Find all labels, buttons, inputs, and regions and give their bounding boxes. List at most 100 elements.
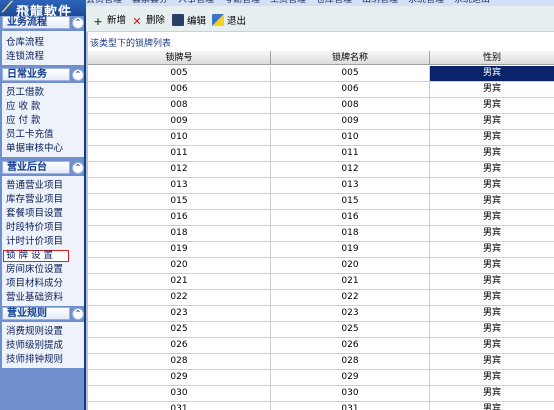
collapse-chevron-icon[interactable]: ⌃ — [72, 162, 84, 174]
table-cell-gender[interactable]: 男宾 — [430, 354, 554, 369]
table-cell-locker-name[interactable]: 005 — [271, 66, 430, 81]
sidebar-item[interactable]: 应 付 款 — [6, 115, 41, 127]
sidebar-item[interactable]: 项目材料成分 — [6, 278, 63, 290]
table-cell-locker-name[interactable]: 023 — [271, 306, 430, 321]
collapse-chevron-icon[interactable]: ⌃ — [72, 17, 84, 29]
table-cell-locker-number[interactable]: 008 — [88, 98, 271, 113]
table-cell-locker-name[interactable]: 022 — [271, 290, 430, 305]
table-row[interactable]: 025 025 男宾 — [88, 322, 554, 338]
table-cell-gender[interactable]: 男宾 — [430, 290, 554, 305]
table-cell-locker-name[interactable]: 013 — [271, 178, 430, 193]
sidebar-item[interactable]: 单据审核中心 — [6, 143, 63, 155]
table-cell-locker-name[interactable]: 020 — [271, 258, 430, 273]
sidebar-item[interactable]: 计时计价项目 — [6, 236, 63, 248]
sidebar-item[interactable]: 技师排钟规则 — [6, 354, 63, 366]
table-cell-locker-name[interactable]: 025 — [271, 322, 430, 337]
table-cell-locker-number[interactable]: 018 — [88, 226, 271, 241]
table-row[interactable]: 012 012 男宾 — [88, 162, 554, 178]
table-row[interactable]: 026 026 男宾 — [88, 338, 554, 354]
table-row[interactable]: 019 019 男宾 — [88, 242, 554, 258]
sidebar-group-header[interactable]: 日常业务 — [2, 68, 70, 81]
table-cell-gender[interactable]: 男宾 — [430, 338, 554, 353]
table-cell-gender[interactable]: 男宾 — [430, 130, 554, 145]
table-cell-locker-number[interactable]: 013 — [88, 178, 271, 193]
sidebar-group-header[interactable]: 营业后台 — [2, 161, 70, 174]
table-cell-locker-number[interactable]: 028 — [88, 354, 271, 369]
table-row[interactable]: 030 030 男宾 — [88, 386, 554, 402]
table-cell-gender[interactable]: 男宾 — [430, 386, 554, 401]
column-header-gender[interactable]: 性别 — [430, 51, 554, 65]
table-cell-locker-number[interactable]: 012 — [88, 162, 271, 177]
sidebar-item[interactable]: 库存营业项目 — [6, 194, 63, 206]
sidebar-group-header[interactable]: 营业规则 — [2, 307, 70, 320]
add-button[interactable]: + 新增 — [92, 14, 126, 28]
table-cell-gender[interactable]: 男宾 — [430, 370, 554, 385]
table-cell-locker-name[interactable]: 006 — [271, 82, 430, 97]
table-row[interactable]: 018 018 男宾 — [88, 226, 554, 242]
table-cell-locker-name[interactable]: 031 — [271, 402, 430, 410]
table-cell-locker-name[interactable]: 015 — [271, 194, 430, 209]
table-cell-gender[interactable]: 男宾 — [430, 210, 554, 225]
table-cell-locker-number[interactable]: 026 — [88, 338, 271, 353]
sidebar-group-header[interactable]: 业务流程 — [2, 16, 70, 29]
table-cell-gender[interactable]: 男宾 — [430, 226, 554, 241]
table-cell-locker-number[interactable]: 006 — [88, 82, 271, 97]
table-cell-locker-number[interactable]: 020 — [88, 258, 271, 273]
table-row[interactable]: 021 021 男宾 — [88, 274, 554, 290]
table-cell-locker-name[interactable]: 026 — [271, 338, 430, 353]
table-cell-locker-number[interactable]: 022 — [88, 290, 271, 305]
table-cell-locker-number[interactable]: 010 — [88, 130, 271, 145]
sidebar-item[interactable]: 房间床位设置 — [6, 264, 63, 276]
table-cell-locker-number[interactable]: 016 — [88, 210, 271, 225]
table-row[interactable]: 020 020 男宾 — [88, 258, 554, 274]
edit-button[interactable]: 编辑 — [172, 14, 206, 28]
table-cell-locker-name[interactable]: 010 — [271, 130, 430, 145]
table-row[interactable]: 008 008 男宾 — [88, 98, 554, 114]
table-row[interactable]: 022 022 男宾 — [88, 290, 554, 306]
collapse-chevron-icon[interactable]: ⌃ — [72, 308, 84, 320]
sidebar-item[interactable]: 时段特价项目 — [6, 222, 63, 234]
table-row[interactable]: 013 013 男宾 — [88, 178, 554, 194]
delete-button[interactable]: ✕ 删除 — [131, 14, 165, 28]
table-cell-locker-number[interactable]: 029 — [88, 370, 271, 385]
sidebar-item[interactable]: 技师级别提成 — [6, 340, 63, 352]
table-cell-gender[interactable]: 男宾 — [430, 306, 554, 321]
table-cell-gender[interactable]: 男宾 — [430, 322, 554, 337]
table-cell-gender[interactable]: 男宾 — [430, 258, 554, 273]
table-row[interactable]: 015 015 男宾 — [88, 194, 554, 210]
table-row[interactable]: 006 006 男宾 — [88, 82, 554, 98]
table-cell-locker-number[interactable]: 023 — [88, 306, 271, 321]
table-row[interactable]: 029 029 男宾 — [88, 370, 554, 386]
table-row[interactable]: 005 005 男宾 — [88, 66, 554, 82]
table-cell-locker-name[interactable]: 018 — [271, 226, 430, 241]
table-cell-gender[interactable]: 男宾 — [430, 242, 554, 257]
sidebar-item[interactable]: 员工借款 — [6, 87, 44, 99]
table-cell-locker-name[interactable]: 012 — [271, 162, 430, 177]
table-cell-gender[interactable]: 男宾 — [430, 178, 554, 193]
table-cell-locker-name[interactable]: 029 — [271, 370, 430, 385]
table-cell-locker-number[interactable]: 031 — [88, 402, 271, 410]
table-cell-locker-name[interactable]: 019 — [271, 242, 430, 257]
table-cell-gender[interactable]: 男宾 — [430, 82, 554, 97]
table-cell-gender[interactable]: 男宾 — [430, 162, 554, 177]
table-cell-locker-number[interactable]: 005 — [88, 66, 271, 81]
table-cell-locker-number[interactable]: 015 — [88, 194, 271, 209]
table-row[interactable]: 031 031 男宾 — [88, 402, 554, 410]
table-cell-locker-name[interactable]: 009 — [271, 114, 430, 129]
exit-button[interactable]: 退出 — [212, 14, 246, 28]
sidebar-item[interactable]: 锁 牌 设 置 — [3, 250, 69, 262]
table-row[interactable]: 009 009 男宾 — [88, 114, 554, 130]
sidebar-item[interactable]: 仓库流程 — [6, 37, 44, 49]
sidebar-item[interactable]: 应 收 款 — [6, 101, 41, 113]
table-cell-gender[interactable]: 男宾 — [430, 114, 554, 129]
table-cell-locker-name[interactable]: 021 — [271, 274, 430, 289]
table-cell-locker-number[interactable]: 019 — [88, 242, 271, 257]
table-row[interactable]: 023 023 男宾 — [88, 306, 554, 322]
table-cell-gender[interactable]: 男宾 — [430, 274, 554, 289]
table-cell-locker-number[interactable]: 009 — [88, 114, 271, 129]
sidebar-item[interactable]: 消费规则设置 — [6, 326, 63, 338]
sidebar-item[interactable]: 套餐项目设置 — [6, 208, 63, 220]
sidebar-item[interactable]: 普通营业项目 — [6, 180, 63, 192]
table-cell-gender[interactable]: 男宾 — [430, 66, 554, 81]
table-row[interactable]: 011 011 男宾 — [88, 146, 554, 162]
